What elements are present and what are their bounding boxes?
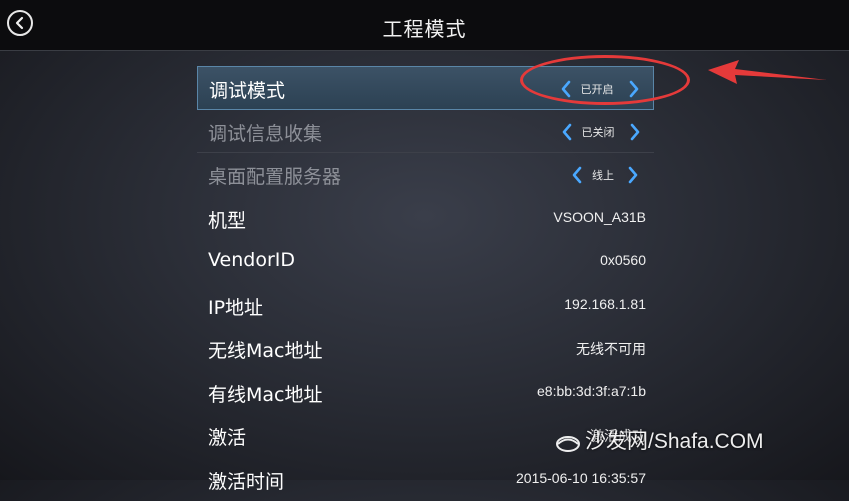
setting-label: VendorID (208, 249, 295, 271)
setting-label: 无线Mac地址 (208, 336, 322, 363)
setting-row-desktop-server[interactable]: 桌面配置服务器 线上 (197, 153, 654, 197)
setting-label: 激活 (208, 423, 246, 450)
setting-value: 0x0560 (600, 252, 646, 268)
setting-row-activation-time: 激活时间 2015-06-10 16:35:57 (197, 458, 654, 501)
setting-label: 调试信息收集 (208, 119, 322, 146)
setting-value: e8:bb:3d:3f:a7:1b (537, 383, 646, 399)
toggle-value: 已关闭 (578, 124, 618, 140)
chevron-left-icon[interactable] (570, 165, 584, 185)
setting-row-vendor-id: VendorID 0x0560 (197, 240, 654, 284)
setting-row-debug-info[interactable]: 调试信息收集 已关闭 (197, 110, 654, 154)
setting-label: 调试模式 (209, 76, 285, 103)
setting-row-model: 机型 VSOON_A31B (197, 197, 654, 241)
setting-label: IP地址 (208, 293, 263, 320)
setting-value: 192.168.1.81 (564, 296, 646, 312)
chevron-left-icon[interactable] (560, 122, 574, 142)
page-title: 工程模式 (0, 13, 849, 42)
setting-label: 机型 (208, 206, 246, 233)
setting-value: 无线不可用 (576, 339, 646, 359)
sofa-logo-icon (555, 432, 581, 454)
setting-row-wireless-mac: 无线Mac地址 无线不可用 (197, 327, 654, 371)
title-bar: 工程模式 (0, 0, 849, 51)
toggle-value: 线上 (588, 167, 618, 183)
setting-label: 激活时间 (208, 467, 284, 494)
annotation-circle (520, 55, 690, 105)
setting-row-wired-mac: 有线Mac地址 e8:bb:3d:3f:a7:1b (197, 371, 654, 415)
setting-label: 桌面配置服务器 (208, 162, 341, 189)
chevron-right-icon[interactable] (626, 165, 640, 185)
setting-label: 有线Mac地址 (208, 380, 322, 407)
desktop-server-toggle[interactable]: 线上 (538, 153, 648, 196)
setting-value: VSOON_A31B (553, 209, 646, 225)
annotation-arrow-icon (705, 58, 830, 98)
watermark: 沙发网/Shafa.COM (555, 425, 764, 455)
chevron-right-icon[interactable] (628, 122, 642, 142)
debug-info-toggle[interactable]: 已关闭 (538, 110, 648, 153)
watermark-text: 沙发网/Shafa.COM (585, 430, 764, 453)
setting-value: 2015-06-10 16:35:57 (516, 470, 646, 486)
setting-row-ip-address: IP地址 192.168.1.81 (197, 284, 654, 328)
